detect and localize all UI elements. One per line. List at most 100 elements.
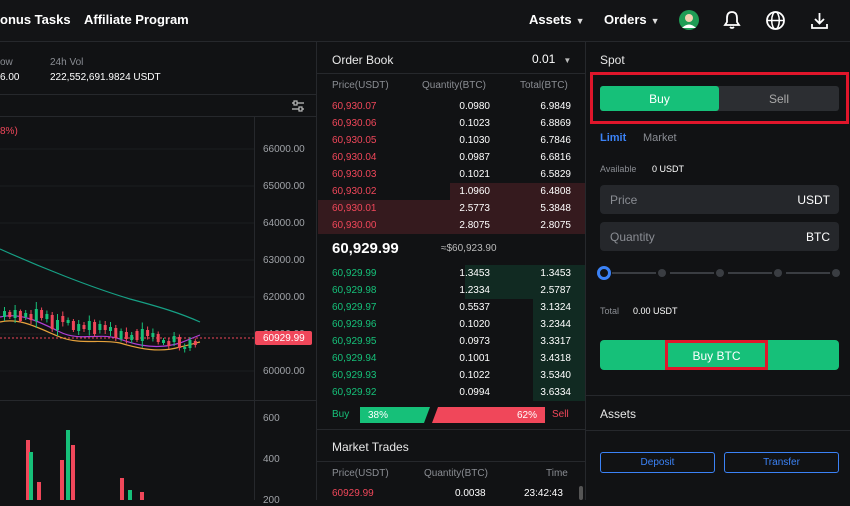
row-qty: 1.3453 (459, 268, 490, 279)
row-qty: 1.0960 (459, 186, 490, 197)
buy-btc-button[interactable]: Buy BTC (600, 340, 839, 370)
row-total: 3.6334 (540, 387, 571, 398)
row-price: 60,929.94 (332, 353, 377, 364)
row-qty: 0.1021 (459, 169, 490, 180)
transfer-button[interactable]: Transfer (724, 452, 839, 473)
price-placeholder: Price (610, 193, 638, 207)
precision-select[interactable]: 0.01 ▼ (532, 52, 571, 66)
scrollbar[interactable] (579, 486, 583, 500)
volume-bar (128, 490, 132, 500)
bid-row[interactable]: 60,929.99 1.3453 1.3453 (318, 265, 585, 282)
ask-row[interactable]: 60,930.05 0.1030 6.7846 (318, 132, 585, 149)
last-price: 60,929.99 (332, 240, 399, 257)
mt-col-price: Price(USDT) (332, 468, 389, 479)
transfer-label: Transfer (763, 457, 800, 468)
ask-row[interactable]: 60,930.07 0.0980 6.9849 (318, 98, 585, 115)
bid-row[interactable]: 60,929.93 0.1022 3.5340 (318, 367, 585, 384)
price-axis-tick: 60000.00 (263, 366, 305, 377)
row-qty: 0.0973 (459, 336, 490, 347)
nav-bonus-tasks[interactable]: onus Tasks (0, 12, 71, 27)
stat-vol-label: 24h Vol (50, 57, 84, 68)
slider-step[interactable] (658, 269, 666, 277)
chevron-down-icon: ▼ (563, 56, 572, 65)
tab-buy[interactable]: Buy (600, 86, 719, 111)
slider-step[interactable] (716, 269, 724, 277)
row-qty: 1.2334 (459, 285, 490, 296)
bid-row[interactable]: 60,929.96 0.1020 3.2344 (318, 316, 585, 333)
candle (162, 340, 165, 343)
stat-low-value: 6.00 (0, 72, 20, 83)
axis-divider (254, 117, 255, 500)
row-price: 60,929.99 (332, 268, 377, 279)
slider-handle[interactable] (597, 266, 611, 280)
order-type-limit[interactable]: Limit (600, 132, 626, 144)
slider-step[interactable] (774, 269, 782, 277)
bid-row[interactable]: 60,929.92 0.0994 3.6334 (318, 384, 585, 401)
avatar[interactable] (678, 9, 700, 31)
ask-row[interactable]: 60,930.01 2.5773 5.3848 (318, 200, 585, 217)
bid-row[interactable]: 60,929.98 1.2334 2.5787 (318, 282, 585, 299)
ratio-sell-label: Sell (552, 409, 569, 420)
row-total: 2.8075 (540, 220, 571, 231)
row-total: 3.2344 (540, 319, 571, 330)
row-qty: 0.1001 (459, 353, 490, 364)
quantity-input[interactable]: Quantity BTC (600, 222, 839, 251)
total-label: Total (600, 306, 620, 316)
ask-row[interactable]: 60,930.04 0.0987 6.6816 (318, 149, 585, 166)
candle (135, 331, 139, 340)
candlestick-chart[interactable] (0, 117, 254, 400)
candle (151, 333, 155, 337)
nav-assets-menu[interactable]: Assets ▼ (529, 12, 585, 27)
tab-sell[interactable]: Sell (719, 86, 839, 111)
last-price-usd: ≈$60,923.90 (441, 243, 497, 254)
row-qty: 0.0987 (459, 152, 490, 163)
slider-step[interactable] (832, 269, 840, 277)
row-total: 5.3848 (540, 203, 571, 214)
globe-icon[interactable] (765, 10, 786, 31)
download-icon[interactable] (809, 10, 830, 31)
quantity-unit: BTC (806, 230, 830, 244)
bid-row[interactable]: 60,929.95 0.0973 3.3317 (318, 333, 585, 350)
candle (167, 341, 171, 346)
volume-bar (140, 492, 144, 500)
volume-bar (37, 482, 41, 500)
quantity-slider[interactable] (597, 266, 840, 280)
panel-divider (317, 429, 585, 430)
bid-row[interactable]: 60,929.97 0.5537 3.1324 (318, 299, 585, 316)
row-total: 3.1324 (540, 302, 571, 313)
row-qty: 0.5537 (459, 302, 490, 313)
ratio-sell-pct: 62% (516, 410, 537, 421)
nav-affiliate-program[interactable]: Affiliate Program (84, 12, 189, 27)
row-total: 6.7846 (540, 135, 571, 146)
ask-row[interactable]: 60,930.03 0.1021 6.5829 (318, 166, 585, 183)
available-label: Available (600, 164, 637, 174)
row-qty: 0.1030 (459, 135, 490, 146)
nav-orders-menu[interactable]: Orders ▼ (604, 12, 660, 27)
chart-settings-icon[interactable] (291, 100, 305, 112)
row-price: 60,930.00 (332, 220, 377, 231)
ask-row[interactable]: 60,930.02 1.0960 6.4808 (318, 183, 585, 200)
row-total: 6.5829 (540, 169, 571, 180)
candle (87, 321, 91, 330)
bid-row[interactable]: 60,929.94 0.1001 3.4318 (318, 350, 585, 367)
bell-icon[interactable] (722, 10, 742, 30)
ask-row[interactable]: 60,930.06 0.1023 6.8869 (318, 115, 585, 132)
assets-title: Assets (600, 407, 637, 421)
nav-orders-label: Orders (604, 12, 647, 27)
row-price: 60,929.96 (332, 319, 377, 330)
candle (45, 314, 49, 319)
deposit-button[interactable]: Deposit (600, 452, 715, 473)
order-type-market[interactable]: Market (643, 132, 677, 144)
volume-bar (120, 478, 124, 500)
spot-title: Spot (600, 53, 625, 67)
trade-time: 23:42:43 (524, 488, 563, 499)
slider-track (670, 272, 714, 274)
row-total: 6.4808 (540, 186, 571, 197)
row-price: 60,930.06 (332, 118, 377, 129)
price-input[interactable]: Price USDT (600, 185, 839, 214)
current-price-tag-label: 60929.99 (263, 333, 305, 344)
volume-axis-tick: 400 (263, 454, 280, 465)
slider-track (728, 272, 772, 274)
mt-col-time: Time (546, 468, 568, 479)
ask-row[interactable]: 60,930.00 2.8075 2.8075 (318, 217, 585, 234)
